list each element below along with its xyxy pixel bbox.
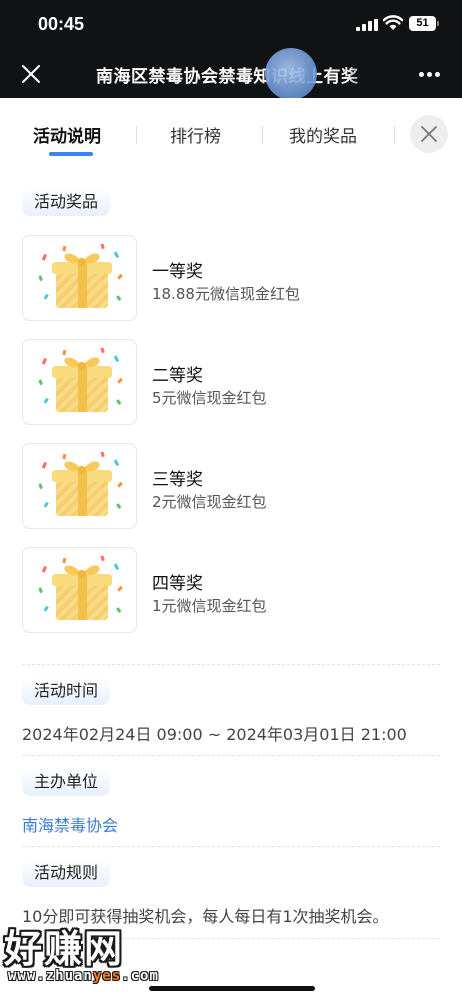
prize-name: 一等奖 <box>152 262 203 282</box>
section-divider <box>22 755 440 756</box>
activity-time: 2024年02月24日 09:00 ~ 2024年03月01日 21:00 <box>22 725 407 744</box>
section-divider <box>22 664 440 665</box>
title-bar: 南海区禁毒协会禁毒知识线上有奖 <box>0 50 462 98</box>
gift-box-icon <box>22 339 137 425</box>
prize-desc: 2元微信现金红包 <box>152 493 267 511</box>
rules-section-label: 活动规则 <box>22 859 111 887</box>
watermark-url: www.zhuanyes.com <box>8 968 159 984</box>
gift-box-icon <box>22 547 137 633</box>
organizer-link[interactable]: 南海禁毒协会 <box>22 812 118 836</box>
home-indicator[interactable] <box>149 986 315 991</box>
prize-desc: 18.88元微信现金红包 <box>152 285 300 303</box>
floating-ball-icon[interactable] <box>265 48 317 100</box>
battery-icon: 51 <box>409 16 436 31</box>
prize-item: 三等奖 2元微信现金红包 <box>22 443 442 531</box>
battery-cap <box>437 21 439 26</box>
prize-name: 四等奖 <box>152 574 203 594</box>
tab-separator <box>262 126 263 144</box>
page-title: 南海区禁毒协会禁毒知识线上有奖 <box>96 67 359 87</box>
organizer-section-label: 主办单位 <box>22 768 111 796</box>
wifi-icon <box>383 15 403 30</box>
prize-item: 四等奖 1元微信现金红包 <box>22 547 442 635</box>
tab-separator <box>394 126 395 144</box>
watermark-logo-text: 好赚网 <box>4 927 125 971</box>
prize-name: 三等奖 <box>152 470 203 490</box>
prize-item: 一等奖 18.88元微信现金红包 <box>22 235 442 323</box>
time-section-label: 活动时间 <box>22 677 111 705</box>
top-bar: 00:45 51 南海区禁毒协会禁毒知识线上有奖 <box>0 0 462 100</box>
tab-active-indicator <box>49 152 93 156</box>
tab-leaderboard[interactable]: 排行榜 <box>170 122 221 147</box>
site-watermark: 好赚网 www.zhuanyes.com <box>2 918 202 990</box>
more-options-icon[interactable] <box>419 72 441 78</box>
section-divider <box>22 846 440 847</box>
gift-box-icon <box>22 443 137 529</box>
tab-separator <box>136 126 137 144</box>
close-icon[interactable] <box>20 63 42 85</box>
tab-activity-info[interactable]: 活动说明 <box>33 122 101 147</box>
tab-bar: 活动说明 排行榜 我的奖品 <box>0 98 462 168</box>
prize-item: 二等奖 5元微信现金红包 <box>22 339 442 427</box>
signal-icon <box>356 19 378 31</box>
close-icon <box>421 126 437 142</box>
tab-my-prizes[interactable]: 我的奖品 <box>289 122 357 147</box>
status-time: 00:45 <box>38 14 85 34</box>
status-bar: 00:45 51 <box>0 0 462 50</box>
panel-close-button[interactable] <box>410 115 448 153</box>
prizes-section-label: 活动奖品 <box>22 188 111 216</box>
prize-desc: 1元微信现金红包 <box>152 597 267 615</box>
prize-name: 二等奖 <box>152 366 203 386</box>
gift-box-icon <box>22 235 137 321</box>
prize-desc: 5元微信现金红包 <box>152 389 267 407</box>
